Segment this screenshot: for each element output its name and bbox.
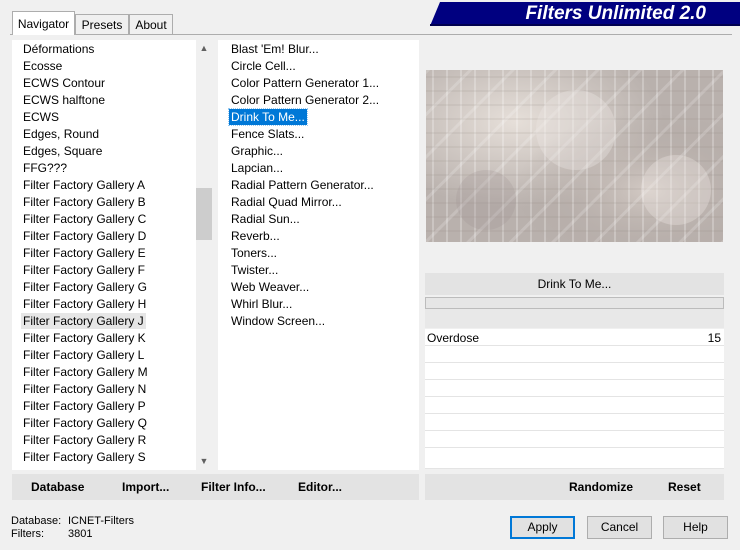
category-item[interactable]: ECWS Contour (23, 75, 105, 91)
tab-about[interactable]: About (129, 14, 173, 34)
category-item[interactable]: ECWS halftone (23, 92, 105, 108)
category-item[interactable]: Edges, Square (23, 143, 102, 159)
param-row-empty (425, 414, 724, 431)
param-row-empty (425, 380, 724, 397)
cancel-button[interactable]: Cancel (587, 516, 652, 539)
param-name: Overdose (427, 331, 480, 345)
filter-item-selected[interactable]: Drink To Me... (228, 108, 308, 126)
param-value: 15 (707, 331, 721, 345)
filter-item[interactable]: Web Weaver... (231, 279, 309, 295)
category-item-selected[interactable]: Filter Factory Gallery J (21, 313, 146, 329)
param-row-overdose[interactable]: Overdose 15 (425, 329, 724, 346)
category-item[interactable]: Filter Factory Gallery L (23, 347, 144, 363)
database-button[interactable]: Database (31, 474, 84, 500)
filter-item[interactable]: Radial Pattern Generator... (231, 177, 374, 193)
category-item[interactable]: Déformations (23, 41, 94, 57)
status-database-value: ICNET-Filters (68, 515, 134, 527)
status-filters: Filters: 3801 (11, 528, 92, 541)
scroll-down-arrow-icon[interactable]: ▼ (196, 453, 212, 470)
filter-item[interactable]: Lapcian... (231, 160, 283, 176)
filter-item[interactable]: Circle Cell... (231, 58, 296, 74)
param-row-empty (425, 346, 724, 363)
category-item[interactable]: Filter Factory Gallery G (23, 279, 147, 295)
scrollbar-thumb[interactable] (196, 188, 212, 240)
category-item[interactable]: Filter Factory Gallery F (23, 262, 145, 278)
editor-button[interactable]: Editor... (298, 474, 342, 500)
status-filters-value: 3801 (68, 528, 93, 540)
filter-list[interactable]: Blast 'Em! Blur... Circle Cell... Color Pa… (218, 40, 419, 470)
param-row-empty (425, 431, 724, 448)
filter-item[interactable]: Radial Sun... (231, 211, 300, 227)
filter-item[interactable]: Blast 'Em! Blur... (231, 41, 319, 57)
category-list[interactable]: Déformations Ecosse ECWS Contour ECWS halft… (12, 40, 212, 470)
help-button[interactable]: Help (663, 516, 728, 539)
category-item[interactable]: Filter Factory Gallery P (23, 398, 146, 414)
apply-button[interactable]: Apply (510, 516, 575, 539)
filter-item[interactable]: Window Screen... (231, 313, 325, 329)
status-database-label: Database: (11, 515, 62, 527)
category-item[interactable]: Filter Factory Gallery Q (23, 415, 147, 431)
filter-item[interactable]: Radial Quad Mirror... (231, 194, 342, 210)
import-button[interactable]: Import... (122, 474, 169, 500)
app-banner: Filters Unlimited 2.0 (430, 2, 740, 26)
category-item[interactable]: Filter Factory Gallery B (23, 194, 146, 210)
filter-item[interactable]: Graphic... (231, 143, 283, 159)
category-item[interactable]: Ecosse (23, 58, 62, 74)
randomize-button[interactable]: Randomize (569, 474, 633, 500)
selected-filter-name: Drink To Me... (425, 273, 724, 295)
filter-item[interactable]: Whirl Blur... (231, 296, 292, 312)
filter-info-button[interactable]: Filter Info... (201, 474, 266, 500)
category-item[interactable]: FFG??? (23, 160, 67, 176)
category-item[interactable]: Edges, Round (23, 126, 99, 142)
param-row-empty (425, 397, 724, 414)
filter-item[interactable]: Fence Slats... (231, 126, 304, 142)
filter-item[interactable]: Color Pattern Generator 1... (231, 75, 379, 91)
tab-presets[interactable]: Presets (75, 14, 129, 34)
filter-item[interactable]: Color Pattern Generator 2... (231, 92, 379, 108)
filter-item[interactable]: Reverb... (231, 228, 280, 244)
category-item[interactable]: ECWS (23, 109, 59, 125)
param-row-empty (425, 448, 724, 469)
banner-title: Filters Unlimited 2.0 (525, 3, 706, 24)
scroll-up-arrow-icon[interactable]: ▲ (196, 40, 212, 57)
category-item[interactable]: Filter Factory Gallery M (23, 364, 148, 380)
category-item[interactable]: Filter Factory Gallery E (23, 245, 146, 261)
status-database: Database: ICNET-Filters (11, 515, 134, 528)
filter-item[interactable]: Toners... (231, 245, 277, 261)
progress-bar (425, 297, 724, 309)
param-header-area (425, 309, 724, 328)
category-item[interactable]: Filter Factory Gallery S (23, 449, 146, 465)
filter-preview-image (426, 70, 723, 242)
category-scrollbar[interactable]: ▲ ▼ (196, 40, 212, 470)
category-item[interactable]: Filter Factory Gallery C (23, 211, 146, 227)
category-item[interactable]: Filter Factory Gallery H (23, 296, 146, 312)
category-item[interactable]: Filter Factory Gallery A (23, 177, 145, 193)
category-item[interactable]: Filter Factory Gallery R (23, 432, 146, 448)
category-item[interactable]: Filter Factory Gallery N (23, 381, 146, 397)
param-row-empty (425, 363, 724, 380)
reset-button[interactable]: Reset (668, 474, 701, 500)
status-filters-label: Filters: (11, 528, 44, 540)
tab-navigator[interactable]: Navigator (12, 11, 75, 35)
filter-item[interactable]: Twister... (231, 262, 278, 278)
category-item[interactable]: Filter Factory Gallery D (23, 228, 146, 244)
category-item[interactable]: Filter Factory Gallery K (23, 330, 146, 346)
